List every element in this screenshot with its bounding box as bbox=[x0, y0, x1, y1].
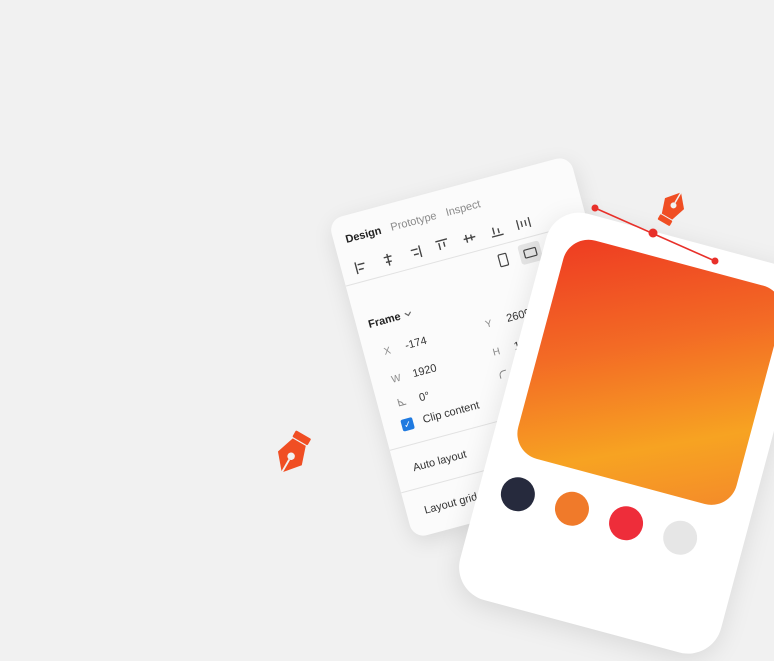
swatch-orange[interactable] bbox=[551, 487, 593, 530]
rotation-value[interactable]: 0° bbox=[418, 390, 431, 404]
auto-layout-label[interactable]: Auto layout bbox=[412, 448, 468, 474]
h-label: H bbox=[491, 345, 502, 359]
align-center-vertical-icon[interactable] bbox=[460, 228, 480, 248]
swatch-gray[interactable] bbox=[659, 516, 701, 559]
check-icon: ✓ bbox=[402, 418, 413, 430]
clip-content-label: Clip content bbox=[421, 399, 481, 427]
bezier-handle-start[interactable] bbox=[591, 204, 599, 212]
x-field[interactable]: X -174 bbox=[383, 335, 429, 358]
w-label: W bbox=[390, 372, 403, 386]
x-label: X bbox=[382, 344, 392, 358]
frame-title: Frame bbox=[367, 310, 403, 331]
align-top-icon[interactable] bbox=[433, 235, 453, 255]
pen-tool-icon bbox=[652, 188, 692, 233]
portrait-icon[interactable] bbox=[490, 247, 516, 272]
clip-content-checkbox[interactable]: ✓ bbox=[400, 417, 415, 432]
pen-tool-icon bbox=[268, 428, 318, 483]
gradient-image[interactable] bbox=[511, 233, 774, 511]
rotation-field[interactable]: 0° bbox=[396, 390, 431, 410]
align-center-horizontal-icon[interactable] bbox=[379, 250, 399, 270]
align-left-icon[interactable] bbox=[351, 257, 371, 277]
tab-design[interactable]: Design bbox=[344, 225, 383, 246]
tab-inspect[interactable]: Inspect bbox=[444, 198, 481, 219]
align-bottom-icon[interactable] bbox=[487, 221, 507, 241]
x-value[interactable]: -174 bbox=[404, 335, 428, 352]
tab-prototype[interactable]: Prototype bbox=[389, 210, 438, 234]
layout-grid-label[interactable]: Layout grid bbox=[423, 491, 479, 517]
y-label: Y bbox=[484, 317, 494, 331]
chevron-down-icon bbox=[403, 308, 414, 322]
w-field[interactable]: W 1920 bbox=[390, 362, 438, 386]
rotation-icon bbox=[396, 396, 409, 410]
w-value[interactable]: 1920 bbox=[411, 362, 438, 380]
swatch-navy[interactable] bbox=[497, 473, 539, 516]
swatch-red[interactable] bbox=[605, 502, 647, 545]
align-right-icon[interactable] bbox=[406, 243, 426, 263]
distribute-icon[interactable] bbox=[514, 214, 534, 234]
frame-section-title[interactable]: Frame bbox=[367, 308, 414, 331]
